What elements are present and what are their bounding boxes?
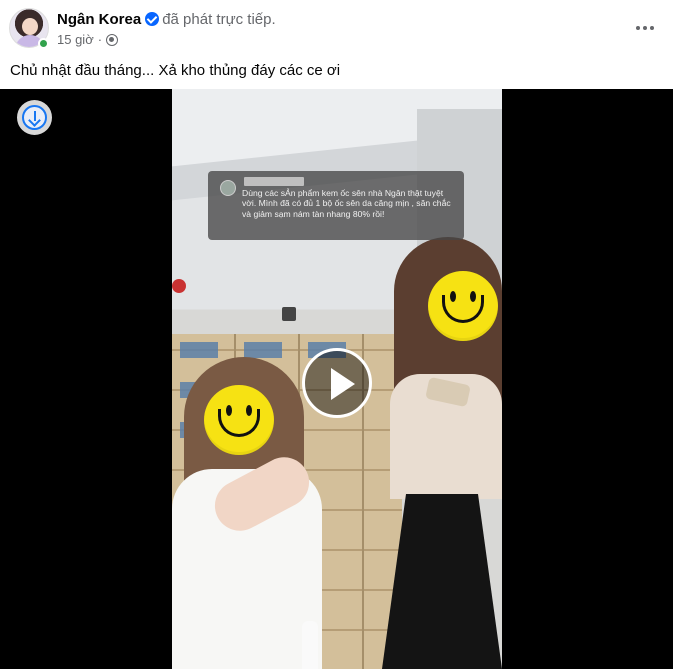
meta-separator: · — [97, 32, 103, 47]
more-dot-icon — [643, 26, 647, 30]
author-name[interactable]: Ngân Korea — [57, 11, 141, 28]
smiley-face-icon — [204, 385, 274, 455]
download-icon — [22, 105, 47, 130]
video-frame[interactable]: Dùng các sẢn phẩm kem ốc sên nhà Ngân th… — [172, 89, 502, 669]
video-player[interactable]: Dùng các sẢn phẩm kem ốc sên nhà Ngân th… — [0, 89, 673, 669]
download-button[interactable] — [17, 100, 52, 135]
comment-text: Dùng các sẢn phẩm kem ốc sên nhà Ngân th… — [242, 188, 451, 219]
live-comment-overlay: Dùng các sẢn phẩm kem ốc sên nhà Ngân th… — [208, 171, 464, 240]
smiley-face-icon — [428, 271, 498, 341]
product-bottle — [302, 621, 318, 669]
post-header: Ngân Korea đã phát trực tiếp. 15 giờ · — [0, 0, 673, 56]
box-label — [180, 342, 218, 358]
more-dot-icon — [650, 26, 654, 30]
box-label — [244, 342, 282, 358]
more-options-button[interactable] — [627, 14, 663, 42]
post-action-text: đã phát trực tiếp. — [162, 11, 276, 28]
verified-badge-icon — [145, 12, 160, 26]
post-meta: 15 giờ · — [57, 32, 119, 48]
commenter-name-redacted — [244, 177, 304, 186]
wall-switch — [282, 307, 296, 321]
avatar-face — [22, 18, 38, 35]
online-status-dot — [38, 38, 49, 49]
globe-icon[interactable] — [106, 34, 119, 46]
live-video-post: Ngân Korea đã phát trực tiếp. 15 giờ · Chủ… — [0, 0, 673, 669]
smiley-mouth — [442, 295, 484, 323]
more-dot-icon — [636, 26, 640, 30]
fire-alarm — [172, 279, 186, 293]
commenter-avatar — [220, 180, 236, 196]
post-timestamp[interactable]: 15 giờ — [57, 32, 94, 47]
post-title-line: Ngân Korea đã phát trực tiếp. — [57, 10, 276, 29]
play-icon[interactable] — [302, 348, 372, 418]
post-caption: Chủ nhật đầu tháng... Xả kho thủng đáy c… — [10, 62, 341, 79]
smiley-mouth — [218, 409, 260, 437]
